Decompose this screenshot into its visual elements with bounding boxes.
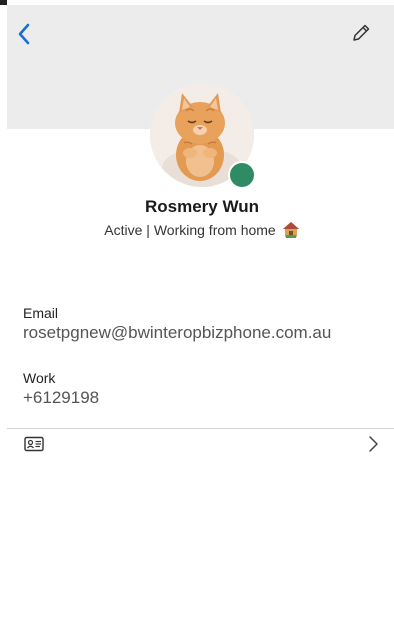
email-field[interactable]: Email rosetpgnew@bwinteropbizphone.com.a…	[23, 305, 331, 343]
status-line: Active | Working from home	[0, 221, 394, 239]
house-icon	[282, 222, 299, 238]
edit-button[interactable]	[348, 19, 374, 47]
contact-profile-screen: Rosmery Wun Active | Working from home E…	[0, 0, 394, 619]
status-text: Active | Working from home	[104, 222, 276, 238]
work-label: Work	[23, 370, 56, 386]
presence-status-dot	[228, 161, 256, 189]
work-phone-field[interactable]: Work +6129198	[23, 370, 99, 408]
email-label: Email	[23, 305, 59, 321]
back-button[interactable]	[12, 20, 36, 48]
chevron-right-icon	[369, 436, 378, 452]
divider	[7, 428, 394, 429]
chevron-left-icon	[18, 23, 30, 45]
contact-card-row[interactable]	[7, 430, 394, 460]
contact-name: Rosmery Wun	[145, 197, 259, 216]
contact-card-icon	[24, 436, 44, 452]
email-value[interactable]: rosetpgnew@bwinteropbizphone.com.au	[23, 323, 331, 343]
pencil-icon	[353, 24, 370, 41]
status-bar-corner	[0, 0, 7, 5]
avatar-container[interactable]	[150, 83, 256, 189]
work-phone-value[interactable]: +6129198	[23, 388, 99, 408]
